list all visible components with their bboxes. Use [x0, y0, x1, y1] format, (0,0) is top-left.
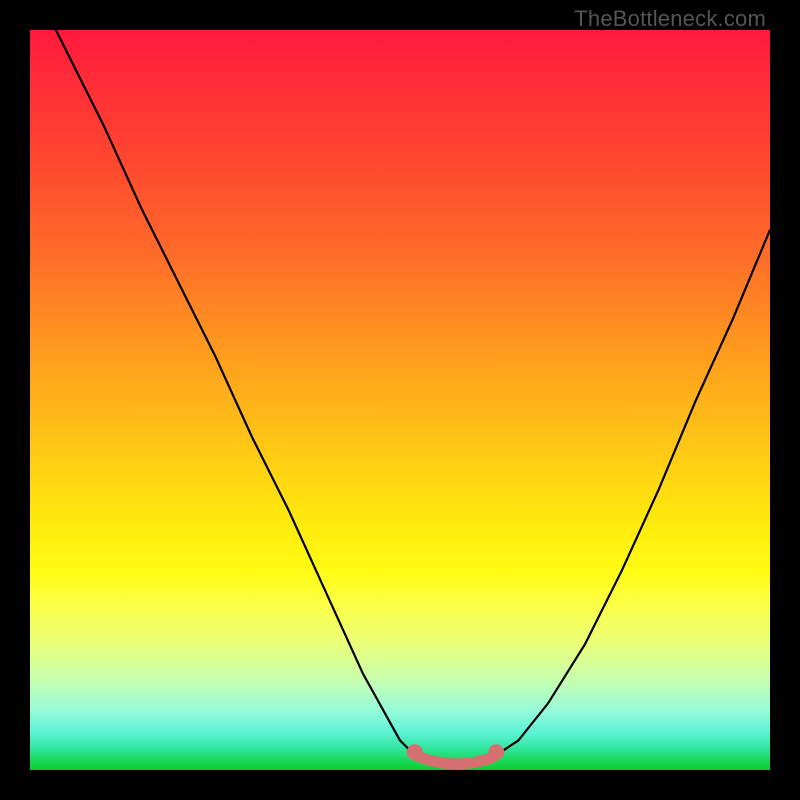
- highlight-region: [407, 744, 504, 764]
- curve-line: [30, 0, 770, 763]
- chart-frame: TheBottleneck.com: [0, 0, 800, 800]
- chart-svg: [30, 30, 770, 770]
- highlight-endpoint: [407, 744, 423, 760]
- highlight-path: [415, 755, 496, 764]
- watermark-text: TheBottleneck.com: [574, 6, 766, 32]
- highlight-endpoint: [488, 744, 504, 760]
- curve-path: [30, 0, 770, 763]
- plot-area: [30, 30, 770, 770]
